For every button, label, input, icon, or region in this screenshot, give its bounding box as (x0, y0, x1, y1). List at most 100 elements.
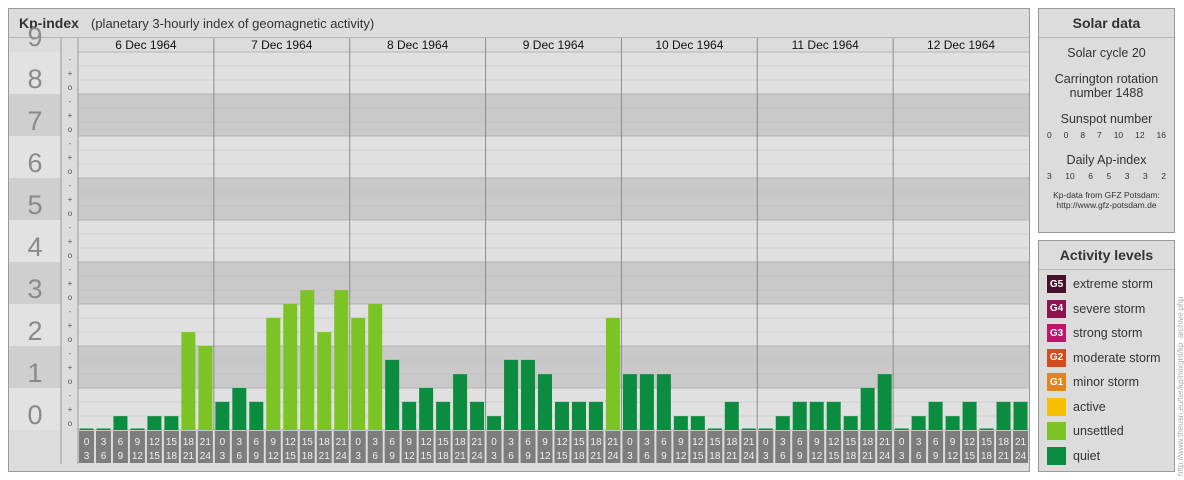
interval-start-label: 12 (421, 437, 433, 448)
interval-start-label: 6 (254, 437, 260, 448)
interval-start-label: 9 (271, 437, 277, 448)
day-label: 8 Dec 1964 (387, 38, 449, 52)
ap-value-4: 3 (1124, 171, 1130, 181)
y-tick-label: 8 (27, 64, 42, 94)
plot-band (78, 262, 1029, 304)
kp-bar (521, 359, 536, 430)
ap-value-3: 5 (1106, 171, 1112, 181)
kp-bar (130, 428, 145, 430)
interval-start-label: 0 (627, 437, 633, 448)
interval-end-label: 18 (302, 451, 314, 462)
interval-start-label: 12 (828, 437, 840, 448)
y-tick-label: 0 (27, 400, 42, 430)
interval-end-label: 12 (539, 451, 551, 462)
minor-tick-label: - (69, 349, 72, 358)
plot-band (78, 52, 1029, 94)
interval-start-label: 3 (101, 437, 107, 448)
solar-cycle: Solar cycle 20 (1067, 46, 1146, 60)
sunspot-value-1: 0 (1063, 130, 1069, 140)
interval-start-label: 12 (556, 437, 568, 448)
interval-end-label: 21 (998, 451, 1010, 462)
activity-level-swatch (1047, 422, 1066, 440)
interval-start-label: 18 (590, 437, 602, 448)
kp-bar (96, 428, 111, 430)
interval-start-label: 0 (355, 437, 361, 448)
kp-bar (164, 416, 179, 430)
kp-bar (843, 416, 858, 430)
interval-end-label: 15 (421, 451, 433, 462)
sunspot-value-5: 12 (1135, 130, 1145, 140)
kp-bar (334, 290, 349, 430)
activity-level-label: quiet (1073, 448, 1101, 463)
interval-end-label: 9 (254, 451, 260, 462)
interval-end-label: 15 (285, 451, 297, 462)
minor-tick-label: - (69, 139, 72, 148)
kp-bar (113, 416, 128, 430)
plot-band (78, 220, 1029, 262)
interval-end-label: 24 (743, 451, 755, 462)
minor-tick-label: - (69, 265, 72, 274)
activity-level-quiet: quiet (1047, 446, 1101, 465)
interval-end-label: 6 (916, 451, 922, 462)
kp-bar (1013, 401, 1028, 430)
ap-value-0: 3 (1047, 171, 1052, 181)
kp-bar (147, 416, 162, 430)
interval-start-label: 12 (149, 437, 161, 448)
kp-index-panel: Kp-index (planetary 3-hourly index of ge… (8, 8, 1030, 472)
interval-start-label: 0 (84, 437, 90, 448)
minor-tick-label: o (68, 251, 73, 260)
interval-end-label: 21 (319, 451, 331, 462)
interval-end-label: 21 (726, 451, 738, 462)
interval-end-label: 6 (508, 451, 514, 462)
activity-level-label: moderate storm (1073, 350, 1161, 365)
kp-bar (911, 416, 926, 430)
interval-end-label: 21 (862, 451, 874, 462)
kp-bar (826, 401, 841, 430)
kp-bar (198, 346, 213, 430)
interval-start-label: 3 (508, 437, 514, 448)
minor-tick-label: - (69, 181, 72, 190)
minor-tick-label: o (68, 125, 73, 134)
interval-end-label: 18 (709, 451, 721, 462)
minor-tick-label: o (68, 335, 73, 344)
interval-end-label: 21 (183, 451, 195, 462)
interval-start-label: 18 (319, 437, 331, 448)
sunspot-title: Sunspot number (1060, 112, 1153, 126)
solar-data-title: Solar data (1039, 9, 1174, 38)
interval-end-label: 15 (692, 451, 704, 462)
day-label: 6 Dec 1964 (115, 38, 177, 52)
interval-start-label: 3 (916, 437, 922, 448)
interval-end-label: 9 (661, 451, 667, 462)
kp-bar (792, 401, 807, 430)
interval-start-label: 0 (763, 437, 769, 448)
y-tick-label: 9 (27, 22, 42, 52)
interval-start-label: 21 (200, 437, 212, 448)
day-label: 7 Dec 1964 (251, 38, 313, 52)
interval-end-label: 3 (899, 451, 905, 462)
interval-end-label: 24 (879, 451, 891, 462)
interval-start-label: 15 (302, 437, 314, 448)
minor-tick-label: + (68, 237, 73, 246)
kp-bar (453, 374, 468, 430)
interval-start-label: 15 (845, 437, 857, 448)
interval-end-label: 18 (438, 451, 450, 462)
interval-start-label: 9 (406, 437, 412, 448)
activity-level-label: severe storm (1073, 301, 1146, 316)
activity-level-minor-storm: G1 minor storm (1047, 373, 1139, 391)
kp-bar (979, 428, 994, 430)
activity-level-swatch: G4 (1047, 299, 1066, 318)
interval-end-label: 18 (573, 451, 585, 462)
sunspot-value-4: 10 (1113, 130, 1124, 140)
sunspot-values: 0 0 8 7 10 12 16 (1039, 130, 1174, 140)
y-tick-label: 6 (27, 148, 42, 178)
day-label: 10 Dec 1964 (655, 38, 723, 52)
interval-end-label: 6 (237, 451, 243, 462)
sunspot-value-6: 16 (1156, 130, 1166, 140)
interval-end-label: 12 (947, 451, 959, 462)
ap-value-2: 6 (1088, 171, 1093, 181)
sunspot-value-2: 8 (1080, 130, 1086, 140)
minor-tick-label: - (69, 223, 72, 232)
interval-end-label: 9 (118, 451, 124, 462)
interval-end-label: 12 (811, 451, 823, 462)
source-link[interactable]: http://www.gfz-potsdam.de (1039, 200, 1174, 210)
